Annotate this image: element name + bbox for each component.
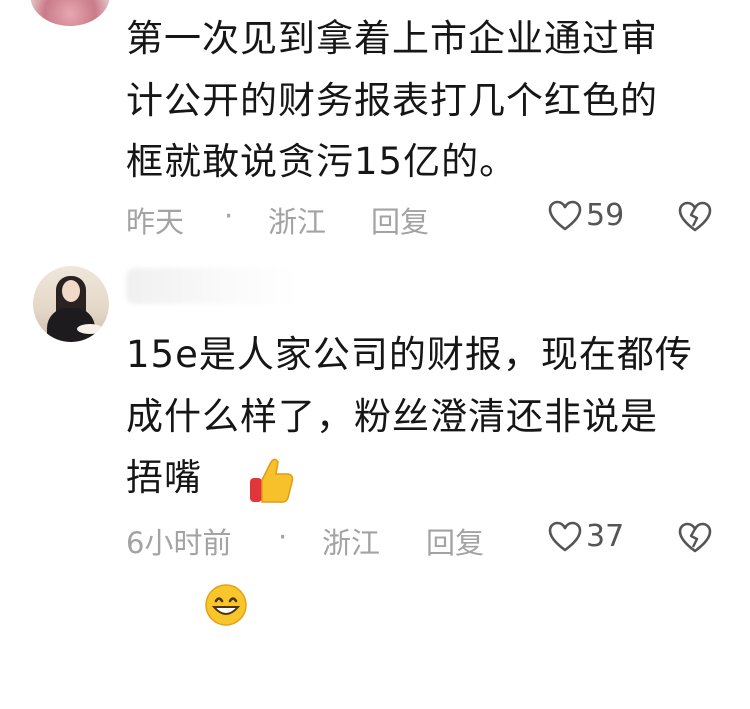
- meta-separator: ·: [224, 199, 234, 233]
- heart-outline-icon: [548, 521, 582, 551]
- like-button[interactable]: 37: [548, 519, 624, 554]
- broken-heart-icon[interactable]: [678, 200, 712, 234]
- comment-line: 捂嘴: [126, 456, 202, 499]
- avatar[interactable]: [33, 266, 109, 342]
- avatar[interactable]: [30, 0, 110, 26]
- username-blurred[interactable]: [126, 268, 296, 304]
- comment-line: 15e是人家公司的财报，现在都传: [126, 333, 693, 376]
- avatar-face: [62, 280, 80, 302]
- comment-line: 框就敢说贪污15亿的。: [126, 140, 518, 183]
- timestamp: 6小时前: [126, 526, 232, 560]
- location: 浙江: [268, 205, 327, 239]
- reply-button[interactable]: 回复: [426, 520, 484, 562]
- timestamp: 昨天: [126, 205, 185, 239]
- like-count: 59: [586, 198, 625, 233]
- meta-separator: ·: [278, 520, 288, 554]
- like-button[interactable]: 59: [548, 198, 624, 233]
- location: 浙江: [322, 526, 381, 560]
- comment-line: 成什么样了，粉丝澄清还非说是: [126, 394, 658, 438]
- reply-button[interactable]: 回复: [371, 199, 429, 241]
- emoji-group: [202, 454, 294, 626]
- broken-heart-icon[interactable]: [678, 521, 712, 555]
- thumbs-up-emoji: [250, 458, 294, 503]
- comment-text: 15e是人家公司的财报，现在都传 成什么样了，粉丝澄清还非说是 捂嘴: [126, 324, 736, 626]
- heart-outline-icon: [548, 200, 582, 230]
- comment-text: 第一次见到拿着上市企业通过审 计公开的财务报表打几个红色的 框就敢说贪污15亿的…: [126, 8, 736, 193]
- grinning-face-emoji: [205, 583, 247, 626]
- avatar-plate: [77, 324, 103, 334]
- comment-line: 计公开的财务报表打几个红色的: [126, 78, 658, 122]
- like-count: 37: [586, 519, 625, 554]
- comment-line: 第一次见到拿着上市企业通过审: [126, 17, 658, 60]
